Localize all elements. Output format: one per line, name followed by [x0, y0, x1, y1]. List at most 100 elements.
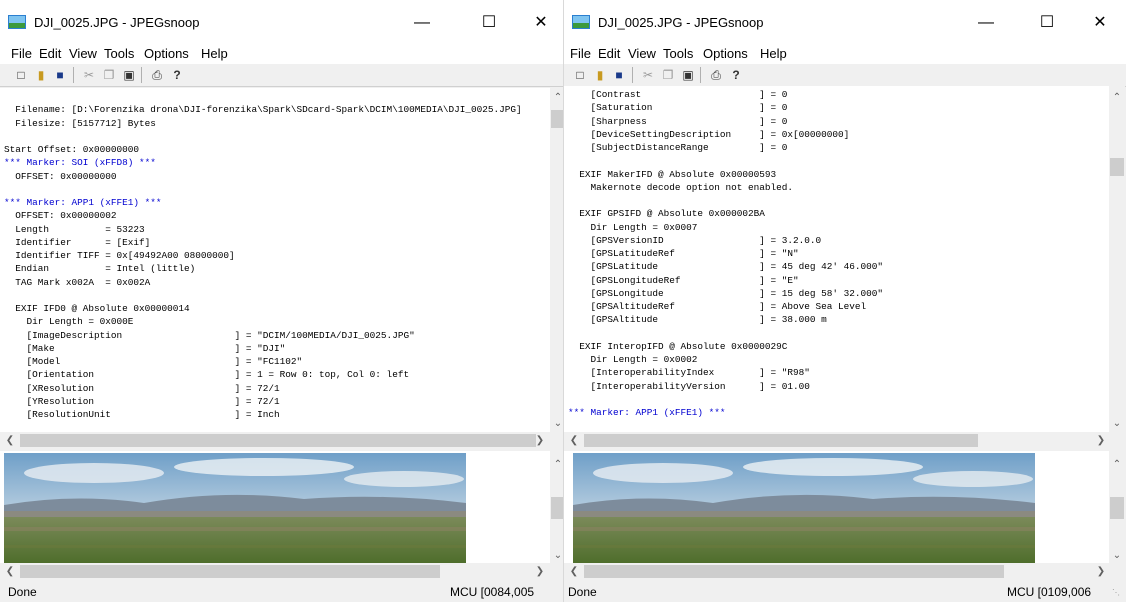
scroll-right-arrow-icon[interactable]: ❯ [532, 564, 548, 580]
report-line: Dir Length = 0x000E [4, 316, 134, 328]
scroll-thumb[interactable] [551, 497, 563, 519]
mcu-position: MCU [0084,005 [450, 585, 535, 599]
menu-help[interactable]: Help [201, 46, 228, 61]
app-icon [572, 15, 590, 29]
mcu-position: MCU [0109,006 [1007, 585, 1092, 599]
scroll-up-arrow-icon[interactable]: ⌃ [1109, 90, 1125, 106]
report-line: [GPSLongitude ] = 15 deg 58' 32.000" [568, 287, 884, 299]
scroll-thumb[interactable] [584, 434, 978, 447]
minimize-button[interactable]: — [399, 8, 445, 38]
image-horizontal-scrollbar[interactable]: ❮ ❯ [0, 563, 563, 580]
scroll-thumb[interactable] [584, 565, 1004, 578]
text-horizontal-scrollbar[interactable]: ❮ ❯ [0, 432, 563, 449]
maximize-button[interactable]: ☐ [466, 8, 512, 38]
print-icon[interactable]: ⎙ [149, 67, 165, 83]
report-line: Start Offset: 0x00000000 [4, 144, 140, 155]
text-horizontal-scrollbar[interactable]: ❮ ❯ [564, 432, 1125, 449]
menu-help[interactable]: Help [760, 46, 787, 61]
open-icon[interactable]: ▮ [33, 67, 49, 83]
menu-edit[interactable]: Edit [39, 46, 61, 61]
report-line: EXIF InteropIFD @ Absolute 0x0000029C [568, 340, 788, 352]
menu-options[interactable]: Options [144, 46, 189, 61]
report-line: [Orientation ] = 1 = Row 0: top, Col 0: … [4, 369, 410, 381]
report-line: Length = 53223 [4, 223, 145, 235]
report-line: [XResolution ] = 72/1 [4, 382, 280, 394]
close-button[interactable]: ✕ [1077, 8, 1123, 38]
report-line: [ResolutionUnit ] = Inch [4, 409, 280, 420]
marker-line: *** Marker: APP1 (xFFE1) *** [568, 407, 726, 418]
scroll-thumb[interactable] [551, 110, 563, 128]
new-icon[interactable]: □ [572, 67, 588, 83]
report-line: OFFSET: 0x00000002 [4, 210, 117, 222]
report-line: TAG Mark x002A = 0x002A [4, 276, 151, 288]
menu-edit[interactable]: Edit [598, 46, 620, 61]
cut-icon[interactable]: ✂ [81, 67, 97, 83]
paste-icon[interactable]: ▣ [121, 67, 137, 83]
landscape-preview-image [573, 453, 1035, 563]
report-line: [GPSLatitudeRef ] = "N" [568, 248, 799, 259]
scroll-down-arrow-icon[interactable]: ⌄ [550, 548, 563, 564]
scroll-thumb[interactable] [1110, 497, 1124, 519]
image-preview-pane[interactable] [564, 451, 1109, 566]
scroll-down-arrow-icon[interactable]: ⌄ [1109, 548, 1125, 564]
report-line: [GPSLatitude ] = 45 deg 42' 46.000" [568, 261, 884, 273]
report-text-pane[interactable]: [Contrast ] = 0 [Saturation ] = 0 [Sharp… [564, 86, 1109, 432]
report-line: [ImageDescription ] = "DCIM/100MEDIA/DJI… [4, 329, 415, 341]
scroll-left-arrow-icon[interactable]: ❮ [566, 564, 582, 580]
help-icon[interactable]: ? [728, 67, 744, 83]
report-line: EXIF GPSIFD @ Absolute 0x000002BA [568, 208, 765, 220]
cut-icon[interactable]: ✂ [640, 67, 656, 83]
menu-view[interactable]: View [69, 46, 97, 61]
report-line: Makernote decode option not enabled. [568, 181, 794, 193]
open-icon[interactable]: ▮ [592, 67, 608, 83]
scroll-right-arrow-icon[interactable]: ❯ [1093, 433, 1109, 449]
menu-options[interactable]: Options [703, 46, 748, 61]
menu-tools[interactable]: Tools [663, 46, 693, 61]
title-bar[interactable]: DJI_0025.JPG - JPEGsnoop — ☐ ✕ [0, 0, 563, 44]
scroll-left-arrow-icon[interactable]: ❮ [2, 564, 18, 580]
status-text: Done [8, 585, 37, 599]
text-vertical-scrollbar[interactable]: ⌃ ⌄ [1109, 86, 1125, 432]
report-line: Identifier = [Exif] [4, 236, 151, 248]
image-horizontal-scrollbar[interactable]: ❮ ❯ [564, 563, 1125, 580]
minimize-button[interactable]: — [963, 8, 1009, 38]
scroll-up-arrow-icon[interactable]: ⌃ [550, 90, 563, 106]
copy-icon[interactable]: ❐ [660, 67, 676, 83]
menu-view[interactable]: View [628, 46, 656, 61]
save-icon[interactable]: ■ [611, 67, 627, 83]
new-icon[interactable]: □ [13, 67, 29, 83]
help-icon[interactable]: ? [169, 67, 185, 83]
print-icon[interactable]: ⎙ [708, 67, 724, 83]
scroll-down-arrow-icon[interactable]: ⌄ [550, 416, 563, 432]
report-line: [Contrast ] = 0 [568, 89, 788, 100]
scroll-right-arrow-icon[interactable]: ❯ [532, 433, 548, 449]
menu-file[interactable]: File [570, 46, 591, 61]
report-text-pane[interactable]: Filename: [D:\Forenzika drona\DJI-forenz… [0, 88, 550, 432]
report-line: [DeviceSettingDescription ] = 0x[0000000… [568, 128, 850, 140]
scroll-up-arrow-icon[interactable]: ⌃ [550, 457, 563, 473]
image-vertical-scrollbar[interactable]: ⌃ ⌄ [550, 451, 563, 566]
image-vertical-scrollbar[interactable]: ⌃ ⌄ [1109, 451, 1125, 566]
paste-icon[interactable]: ▣ [680, 67, 696, 83]
maximize-button[interactable]: ☐ [1024, 8, 1070, 38]
jpegsnoop-window-right: DJI_0025.JPG - JPEGsnoop — ☐ ✕ File Edit… [563, 0, 1126, 602]
close-button[interactable]: ✕ [518, 8, 563, 38]
report-line: Dir Length = 0x0002 [568, 354, 698, 365]
menu-tools[interactable]: Tools [104, 46, 134, 61]
resize-grip-icon[interactable]: ⋱ [1112, 588, 1120, 597]
scroll-right-arrow-icon[interactable]: ❯ [1093, 564, 1109, 580]
scroll-left-arrow-icon[interactable]: ❮ [566, 433, 582, 449]
save-icon[interactable]: ■ [52, 67, 68, 83]
landscape-preview-image [4, 453, 466, 563]
image-preview-pane[interactable] [0, 451, 550, 566]
scroll-up-arrow-icon[interactable]: ⌃ [1109, 457, 1125, 473]
menu-file[interactable]: File [11, 46, 32, 61]
copy-icon[interactable]: ❐ [101, 67, 117, 83]
scroll-thumb[interactable] [20, 434, 536, 447]
scroll-down-arrow-icon[interactable]: ⌄ [1109, 416, 1125, 432]
title-bar[interactable]: DJI_0025.JPG - JPEGsnoop — ☐ ✕ [564, 0, 1126, 44]
text-vertical-scrollbar[interactable]: ⌃ ⌄ [550, 88, 563, 432]
scroll-thumb[interactable] [20, 565, 440, 578]
scroll-left-arrow-icon[interactable]: ❮ [2, 433, 18, 449]
scroll-thumb[interactable] [1110, 158, 1124, 176]
